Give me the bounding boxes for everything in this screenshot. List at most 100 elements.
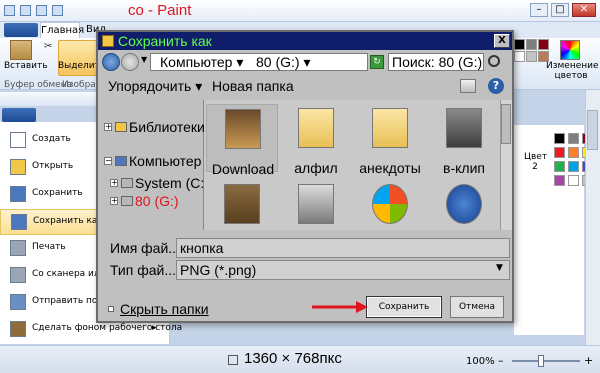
file-item[interactable]: Download xyxy=(206,104,278,177)
quick-access-save-icon[interactable] xyxy=(20,5,31,16)
paint-title-bar xyxy=(0,0,600,22)
zoom-slider-track[interactable] xyxy=(512,360,580,362)
file-menu-item-label: Сохранить xyxy=(32,188,83,198)
drive-icon xyxy=(121,178,133,188)
palette-swatch[interactable] xyxy=(514,39,525,50)
library-icon xyxy=(115,122,127,132)
cancel-button[interactable]: Отмена xyxy=(450,296,504,318)
panel-swatch[interactable] xyxy=(554,133,565,144)
tree-node[interactable]: 80 (G:) xyxy=(135,192,179,210)
back-arrow-icon[interactable] xyxy=(102,53,120,71)
collapse-icon[interactable] xyxy=(108,306,114,312)
help-circle-icon xyxy=(446,184,482,224)
tree-expander-icon[interactable]: + xyxy=(104,123,112,131)
color2-label[interactable]: Цвет 2 xyxy=(524,152,547,172)
file-menu-item-label: Сделать фоном рабочего стола xyxy=(32,323,183,333)
panel-swatch[interactable] xyxy=(568,161,579,172)
filetype-label: Тип фай... xyxy=(110,262,177,278)
organize-button[interactable]: Упорядочить ▾ xyxy=(108,75,202,97)
select-label: Выделить xyxy=(58,61,106,71)
speaker-icon xyxy=(298,184,334,224)
chevron-down-icon[interactable]: ▼ xyxy=(496,263,503,273)
zoom-level: 100% xyxy=(466,356,495,367)
inner-file-menu-button[interactable] xyxy=(2,108,36,122)
folder-icon xyxy=(298,108,334,148)
file-item-label: анекдоты xyxy=(359,160,421,176)
search-icon[interactable] xyxy=(488,55,500,67)
folder-icon xyxy=(372,108,408,148)
forward-arrow-icon[interactable] xyxy=(121,53,139,71)
drive-icon xyxy=(121,196,133,206)
tree-expander-icon[interactable]: + xyxy=(110,197,118,205)
save-as-icon xyxy=(11,214,27,230)
file-item[interactable]: в-клип xyxy=(428,104,500,176)
scanner-icon xyxy=(10,267,26,283)
file-item[interactable]: анекдоты xyxy=(354,104,426,176)
zoom-out-button[interactable]: – xyxy=(498,354,504,367)
new-folder-button[interactable]: Новая папка xyxy=(212,75,294,97)
tree-expander-icon[interactable]: + xyxy=(110,179,118,187)
vertical-scroll-thumb[interactable] xyxy=(587,110,598,150)
paint-file-menu-button[interactable] xyxy=(4,23,38,37)
tree-node[interactable]: Компьютер xyxy=(129,152,201,170)
close-window-button[interactable]: ✕ xyxy=(572,3,596,17)
panel-swatch[interactable] xyxy=(554,161,565,172)
filename-input[interactable]: кнопка xyxy=(176,238,510,258)
palette-swatch[interactable] xyxy=(526,39,537,50)
computer-icon xyxy=(115,156,127,166)
color-wheel-icon xyxy=(560,40,580,60)
windows-logo-icon xyxy=(372,184,408,224)
file-item-label: алфил xyxy=(294,160,338,176)
paint-app-icon[interactable] xyxy=(4,5,15,16)
panel-swatch[interactable] xyxy=(568,133,579,144)
folder-icon xyxy=(102,35,114,47)
palette-swatch[interactable] xyxy=(526,51,537,62)
palette-swatch[interactable] xyxy=(514,51,525,62)
tab-home[interactable]: Главная xyxy=(40,22,84,38)
breadcrumb-drive[interactable]: 80 (G:) ▾ xyxy=(256,53,310,71)
maximize-button[interactable]: □ xyxy=(551,3,569,17)
file-item[interactable]: алфил xyxy=(280,104,352,176)
dialog-close-button[interactable]: X xyxy=(494,34,510,48)
search-placeholder: Поиск: 80 (G:) xyxy=(392,54,483,70)
chevron-down-icon[interactable]: ▼ xyxy=(141,55,147,64)
minimize-button[interactable]: – xyxy=(530,3,548,17)
save-button[interactable]: Сохранить xyxy=(366,296,442,318)
file-list-scroll-thumb[interactable] xyxy=(501,104,511,144)
breadcrumb-computer[interactable]: Компьютер ▾ xyxy=(160,53,243,71)
file-menu-item-label: Печать xyxy=(32,242,66,252)
quick-access-undo-icon[interactable] xyxy=(36,5,47,16)
image-dimensions: 1360 × 768пкс xyxy=(244,350,342,367)
filetype-select[interactable]: PNG (*.png) xyxy=(176,260,510,280)
edit-colors-label: Изменение цветов xyxy=(546,61,599,81)
email-icon xyxy=(10,294,26,310)
views-icon[interactable] xyxy=(460,79,476,93)
refresh-icon[interactable]: ↻ xyxy=(370,55,384,69)
file-menu-item-label: Сохранить как xyxy=(33,216,103,226)
file-menu-item-label: Открыть xyxy=(32,161,74,171)
help-icon[interactable]: ? xyxy=(488,78,504,94)
save-disk-icon xyxy=(10,186,26,202)
tree-node[interactable]: Библиотеки xyxy=(129,118,205,136)
cut-icon[interactable]: ✂ xyxy=(44,41,52,52)
file-item-label: в-клип xyxy=(443,160,485,176)
panel-swatch[interactable] xyxy=(568,175,579,186)
paint-window-title: co - Paint xyxy=(128,2,192,19)
tree-expander-icon[interactable]: − xyxy=(104,157,112,165)
dialog-title: Сохранить как xyxy=(118,33,212,49)
panel-swatch[interactable] xyxy=(554,175,565,186)
annotation-arrow-icon xyxy=(312,301,368,313)
open-folder-icon xyxy=(10,159,26,175)
zoom-in-button[interactable]: + xyxy=(584,354,593,367)
quick-access-redo-icon[interactable] xyxy=(52,5,63,16)
desktop-background-icon xyxy=(10,321,26,337)
navigation-pane: + Библиотеки − Компьютер + System (C: +80 (G:) xyxy=(100,100,205,230)
paste-label: Вставить xyxy=(4,61,48,71)
zoom-slider-thumb[interactable] xyxy=(538,355,544,367)
file-list-pane: Download алфил анекдоты в-клип xyxy=(204,100,500,230)
panel-swatch[interactable] xyxy=(568,147,579,158)
tree-node[interactable]: System (C: xyxy=(135,174,204,192)
hide-folders-link[interactable]: Скрыть папки xyxy=(120,300,209,318)
panel-swatch[interactable] xyxy=(554,147,565,158)
printer-icon xyxy=(10,240,26,256)
